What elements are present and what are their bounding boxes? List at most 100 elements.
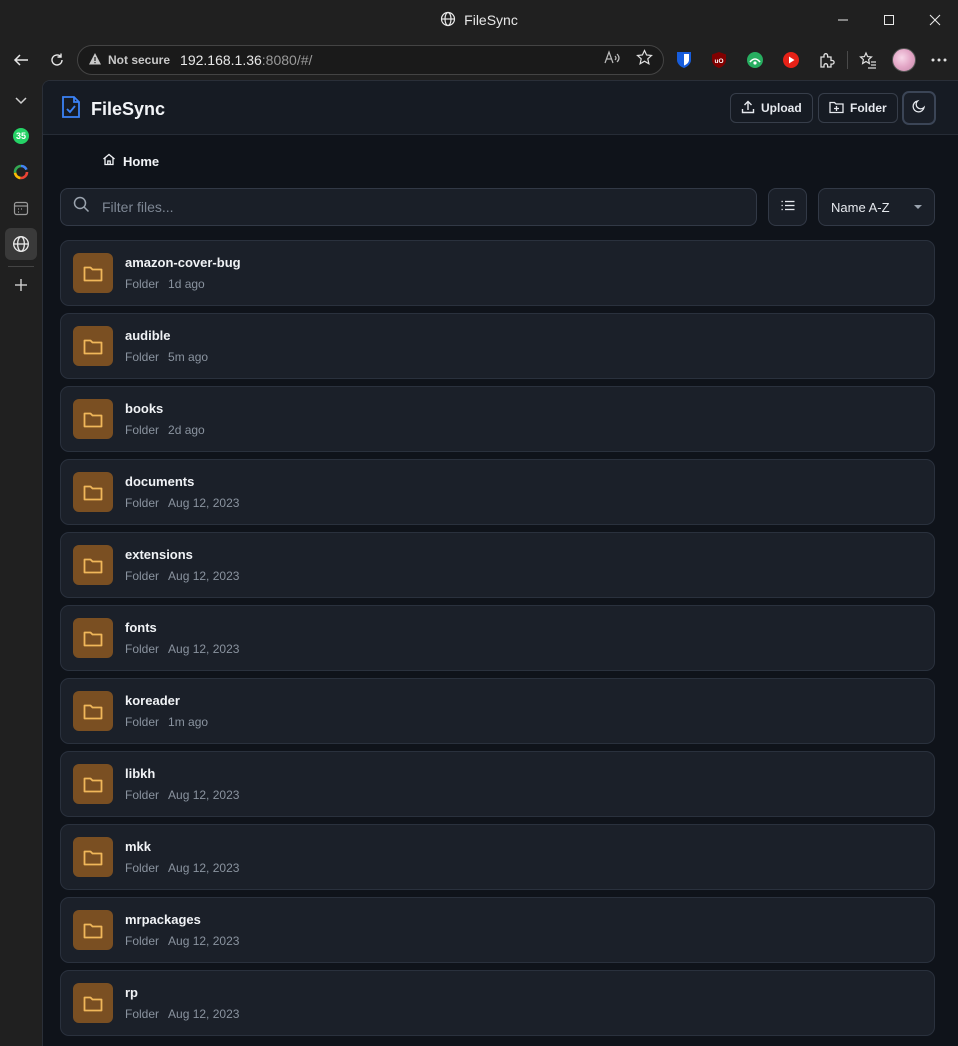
file-type: Folder xyxy=(125,277,160,291)
file-type: Folder xyxy=(125,1007,160,1021)
browser-toolbar: Not secure 192.168.1.36:8080/#/ uO xyxy=(0,40,958,80)
more-menu-icon[interactable] xyxy=(929,50,949,70)
file-row[interactable]: amazon-cover-bug Folder 1d ago xyxy=(60,240,935,306)
reload-icon[interactable] xyxy=(39,42,75,78)
toolbar-divider xyxy=(847,51,848,69)
file-type: Folder xyxy=(125,423,160,437)
file-check-icon xyxy=(61,95,81,124)
file-meta: Folder Aug 12, 2023 xyxy=(125,861,239,875)
url-host: 192.168.1.36 xyxy=(180,52,262,68)
file-modified: 1m ago xyxy=(168,715,209,729)
file-name: koreader xyxy=(125,693,180,708)
window-title-group: FileSync xyxy=(440,11,518,30)
omnibox-actions xyxy=(604,49,653,71)
google-tab-icon[interactable] xyxy=(5,156,37,188)
green-extension-icon[interactable] xyxy=(745,50,765,70)
file-meta: Folder Aug 12, 2023 xyxy=(125,642,239,656)
file-meta: Folder Aug 12, 2023 xyxy=(125,496,239,510)
file-row[interactable]: mkk Folder Aug 12, 2023 xyxy=(60,824,935,890)
file-meta: Folder Aug 12, 2023 xyxy=(125,934,239,948)
rail-divider xyxy=(8,266,34,267)
security-indicator[interactable]: Not secure xyxy=(88,52,180,69)
filter-input[interactable] xyxy=(102,199,722,215)
file-name: books xyxy=(125,401,164,416)
file-info: amazon-cover-bug Folder 1d ago xyxy=(125,255,241,291)
file-row[interactable]: fonts Folder Aug 12, 2023 xyxy=(60,605,935,671)
file-row[interactable]: audible Folder 5m ago xyxy=(60,313,935,379)
app-brand[interactable]: FileSync xyxy=(61,95,165,124)
file-row[interactable]: documents Folder Aug 12, 2023 xyxy=(60,459,935,525)
youtube-extension-icon[interactable] xyxy=(781,50,801,70)
upload-button[interactable]: Upload xyxy=(730,93,813,123)
file-type: Folder xyxy=(125,715,160,729)
folder-icon xyxy=(73,326,113,366)
search-icon xyxy=(73,196,90,218)
close-icon[interactable] xyxy=(912,0,958,40)
breadcrumb[interactable]: Home xyxy=(102,153,159,169)
window-controls xyxy=(820,0,958,40)
sort-select[interactable]: Name A-Z xyxy=(818,188,935,226)
file-type: Folder xyxy=(125,934,160,948)
file-meta: Folder 2d ago xyxy=(125,423,205,437)
file-info: books Folder 2d ago xyxy=(125,401,205,437)
file-row[interactable]: mrpackages Folder Aug 12, 2023 xyxy=(60,897,935,963)
theme-toggle-button[interactable] xyxy=(902,91,936,125)
bitwarden-extension-icon[interactable] xyxy=(674,50,694,70)
file-type: Folder xyxy=(125,569,160,583)
read-aloud-icon[interactable] xyxy=(604,49,622,71)
folder-icon xyxy=(73,837,113,877)
maximize-icon[interactable] xyxy=(866,0,912,40)
favorite-star-icon[interactable] xyxy=(636,49,653,71)
url-path: :8080/#/ xyxy=(261,52,313,68)
upload-label: Upload xyxy=(761,101,802,115)
file-meta: Folder 1m ago xyxy=(125,715,208,729)
chevron-down-icon[interactable] xyxy=(5,85,37,117)
app-header: FileSync Upload Folder xyxy=(43,81,958,135)
file-info: fonts Folder Aug 12, 2023 xyxy=(125,620,239,656)
file-modified: Aug 12, 2023 xyxy=(168,861,240,875)
file-info: extensions Folder Aug 12, 2023 xyxy=(125,547,239,583)
file-row[interactable]: books Folder 2d ago xyxy=(60,386,935,452)
file-list: amazon-cover-bug Folder 1d ago audible Folde… xyxy=(60,240,935,1043)
file-info: mkk Folder Aug 12, 2023 xyxy=(125,839,239,875)
file-meta: Folder 5m ago xyxy=(125,350,208,364)
file-modified: Aug 12, 2023 xyxy=(168,569,240,583)
minimize-icon[interactable] xyxy=(820,0,866,40)
folder-label: Folder xyxy=(850,101,887,115)
notification-badge: 35 xyxy=(15,131,26,141)
breadcrumb-home: Home xyxy=(123,153,160,169)
active-tab-globe-icon[interactable] xyxy=(5,228,37,260)
file-name: amazon-cover-bug xyxy=(125,255,241,270)
back-arrow-icon[interactable] xyxy=(3,42,39,78)
address-bar[interactable]: Not secure 192.168.1.36:8080/#/ xyxy=(77,45,664,75)
file-modified: 2d ago xyxy=(168,423,205,437)
favorites-icon[interactable] xyxy=(858,50,878,70)
file-row[interactable]: rp Folder Aug 12, 2023 xyxy=(60,970,935,1036)
whatsapp-tab-icon[interactable]: 35 xyxy=(5,120,37,152)
url-text: 192.168.1.36:8080/#/ xyxy=(180,52,312,68)
file-modified: Aug 12, 2023 xyxy=(168,788,240,802)
folder-icon xyxy=(73,545,113,585)
extensions-puzzle-icon[interactable] xyxy=(817,50,837,70)
profile-avatar[interactable] xyxy=(892,48,916,72)
file-row[interactable]: koreader Folder 1m ago xyxy=(60,678,935,744)
file-row[interactable]: libkh Folder Aug 12, 2023 xyxy=(60,751,935,817)
view-toggle-button[interactable] xyxy=(768,188,807,226)
file-row[interactable]: extensions Folder Aug 12, 2023 xyxy=(60,532,935,598)
filter-box[interactable] xyxy=(60,188,757,226)
file-info: audible Folder 5m ago xyxy=(125,328,208,364)
file-name: rp xyxy=(125,985,138,1000)
file-name: mkk xyxy=(125,839,152,854)
folder-icon xyxy=(73,910,113,950)
file-name: extensions xyxy=(125,547,193,562)
list-view-icon xyxy=(781,198,795,216)
new-folder-button[interactable]: Folder xyxy=(818,93,898,123)
file-type: Folder xyxy=(125,788,160,802)
file-meta: Folder Aug 12, 2023 xyxy=(125,1007,239,1021)
new-tab-plus-icon[interactable] xyxy=(5,269,37,301)
ublock-extension-icon[interactable]: uO xyxy=(709,50,729,70)
calendar-tab-icon[interactable] xyxy=(5,192,37,224)
window-title: FileSync xyxy=(464,12,518,28)
file-type: Folder xyxy=(125,861,160,875)
file-type: Folder xyxy=(125,350,160,364)
